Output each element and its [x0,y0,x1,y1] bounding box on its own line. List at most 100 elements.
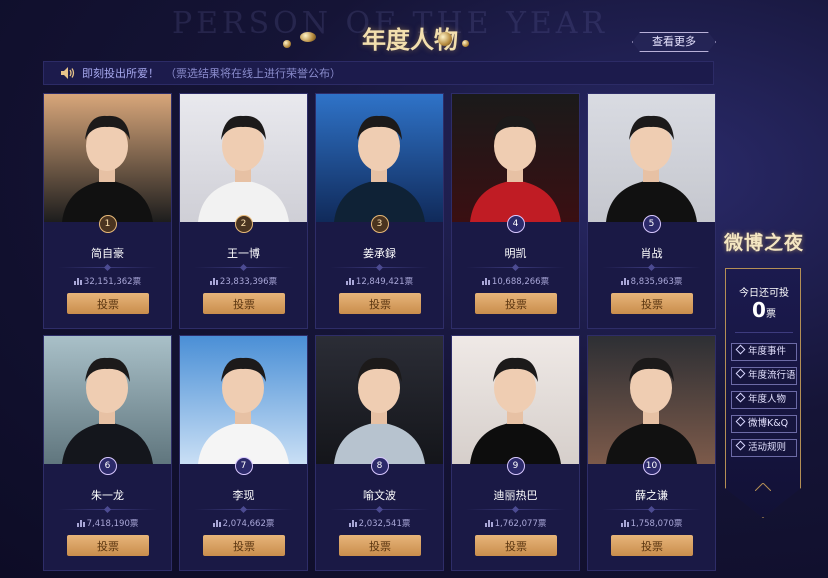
bar-chart-icon [620,520,629,527]
candidate-name: 朱一龙 [91,489,124,502]
candidate-name: 薛之谦 [635,489,668,502]
bar-chart-icon [76,520,85,527]
remaining-votes-label: 今日还可投 [739,288,789,299]
diamond-icon [735,344,746,355]
side-nav-person-of-year[interactable]: 年度人物 [731,391,797,409]
candidate-photo [452,336,579,464]
candidate-card: 6 朱一龙 7,418,190票投票 [43,335,172,571]
candidate-name: 喻文波 [363,489,396,502]
vote-count-text: 2,074,662票 [222,519,275,529]
bar-chart-icon [481,278,490,285]
divider [735,332,793,333]
side-nav-label: 活动规则 [748,442,787,453]
rank-badge: 7 [234,457,253,475]
vote-button[interactable]: 投票 [67,293,149,314]
diamond-icon [735,440,746,451]
bar-chart-icon [620,278,629,285]
candidate-name: 肖战 [640,247,663,260]
gold-shell-icon [300,32,316,42]
vote-count-text: 8,835,963票 [630,277,683,287]
vote-count-text: 2,032,541票 [358,519,411,529]
divider [466,509,565,510]
vote-count: 8,835,963票 [588,275,715,287]
gold-orb-icon [462,40,469,47]
bar-chart-icon [345,278,354,285]
vote-button[interactable]: 投票 [475,535,557,556]
vote-count-text: 1,758,070票 [630,519,683,529]
candidate-card: 5 肖战 8,835,963票 投票 [587,93,716,329]
side-nav-rules[interactable]: 活动规则 [731,439,797,457]
candidate-photo [44,94,171,222]
candidate-photo [44,336,171,464]
notice-text: 即刻投出所爱！ [82,67,159,80]
divider [330,509,429,510]
candidate-photo [588,336,715,464]
candidate-card: 8 喻文波 2,032,541票 投票 [315,335,444,571]
vote-count: 1,762,077票 [452,517,579,529]
remaining-votes-unit: 票 [765,309,776,320]
rank-badge: 6 [98,457,117,475]
candidate-card: 10 薛之谦 1,758,070票投票 [587,335,716,571]
vote-button[interactable]: 投票 [611,293,693,314]
vote-count-text: 7,418,190票 [86,519,139,529]
candidate-card: 3 姜承録 12,849,421票 投票 [315,93,444,329]
vote-count: 2,032,541票 [316,517,443,529]
side-nav-buzzwords[interactable]: 年度流行语 [731,367,797,385]
vote-count: 7,418,190票 [44,517,171,529]
vote-button[interactable]: 投票 [203,535,285,556]
side-nav-label: 年度人物 [748,394,787,405]
vote-button[interactable]: 投票 [475,293,557,314]
divider [194,509,293,510]
candidate-photo [180,336,307,464]
ornament-icon [755,483,771,491]
divider [58,509,157,510]
rank-badge: 10 [642,457,661,475]
rank-badge: 3 [370,215,389,233]
vote-count: 32,151,362票 [44,275,171,287]
side-nav-events[interactable]: 年度事件 [731,343,797,361]
divider [602,509,701,510]
notice-subtext: （票选结果将在线上进行荣誉公布） [165,67,341,80]
candidate-photo [316,336,443,464]
vote-count-text: 1,762,077票 [494,519,547,529]
divider [602,267,701,268]
vote-count: 1,758,070票 [588,517,715,529]
diamond-icon [735,368,746,379]
candidate-name: 迪丽热巴 [493,489,538,502]
vote-button[interactable]: 投票 [67,535,149,556]
candidate-name: 李现 [232,489,255,502]
notice-bar: 即刻投出所爱！ （票选结果将在线上进行荣誉公布） [43,61,714,85]
vote-count-text: 23,833,396票 [219,277,278,287]
side-nav-kq[interactable]: 微博K&Q [731,415,797,433]
vote-count: 12,849,421票 [316,275,443,287]
gold-orb-icon [438,32,452,46]
bar-chart-icon [73,278,82,285]
side-nav-label: 年度事件 [748,346,787,357]
candidate-name: 王一博 [227,247,260,260]
vote-count-text: 12,849,421票 [355,277,414,287]
bar-chart-icon [484,520,493,527]
weibo-night-logo: 微博之夜 [723,232,804,254]
candidate-photo [452,94,579,222]
divider [466,267,565,268]
vote-count-text: 10,688,266票 [491,277,550,287]
candidate-photo [180,94,307,222]
divider [330,267,429,268]
gold-orb-icon [283,40,291,48]
candidate-card: 4 明凯 10,688,266票 投票 [451,93,580,329]
remaining-votes-count: 0 [752,298,766,322]
candidate-card: 2 王一博 23,833,396票投票 [179,93,308,329]
vote-count: 10,688,266票 [452,275,579,287]
vote-button[interactable]: 投票 [203,293,285,314]
vote-button[interactable]: 投票 [611,535,693,556]
header: 年度人物 查看更多 [0,18,828,58]
vote-button[interactable]: 投票 [339,293,421,314]
candidate-card: 7 李现 2,074,662票投票 [179,335,308,571]
rank-badge: 9 [506,457,525,475]
vote-button[interactable]: 投票 [339,535,421,556]
rank-badge: 2 [234,215,253,233]
candidate-card: 9 迪丽热巴 1,762,077票投票 [451,335,580,571]
diamond-icon [735,392,746,403]
page-title: 年度人物 [362,25,458,54]
view-more-button[interactable]: 查看更多 [632,32,716,52]
